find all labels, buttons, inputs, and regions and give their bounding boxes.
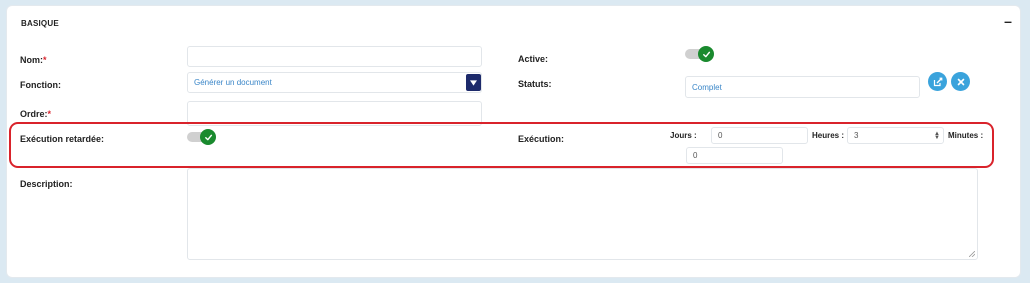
fonction-label: Fonction: [20, 80, 61, 90]
heures-input[interactable]: 3 ▲ ▼ [847, 127, 944, 144]
stepper-arrows-icon[interactable]: ▲ ▼ [934, 131, 940, 141]
heures-label: Heures : [812, 131, 845, 140]
ordre-input[interactable] [187, 101, 482, 126]
nom-label: Nom:* [20, 55, 47, 65]
nom-input[interactable] [187, 46, 482, 67]
description-label: Description: [20, 179, 73, 189]
resize-handle-icon[interactable] [969, 251, 975, 257]
description-textarea[interactable] [187, 168, 978, 260]
active-toggle[interactable] [685, 46, 715, 62]
fonction-select[interactable]: Générer un document [187, 72, 482, 93]
section-title: BASIQUE [21, 19, 59, 28]
execution-label: Exécution: [518, 134, 565, 144]
minutes-label: Minutes : [948, 131, 984, 140]
collapse-button[interactable]: – [1002, 14, 1014, 28]
clear-status-button[interactable] [951, 72, 970, 91]
statuts-label: Statuts: [518, 79, 552, 89]
required-marker: * [43, 55, 47, 65]
required-marker: * [47, 109, 52, 119]
statuts-input[interactable]: Complet [685, 76, 920, 98]
jours-input[interactable]: 0 [711, 127, 808, 144]
minutes-input[interactable]: 0 [686, 147, 783, 164]
caret-down-icon[interactable] [466, 74, 481, 91]
edit-icon [933, 77, 942, 86]
execution-retardee-label: Exécution retardée: [20, 134, 105, 144]
check-icon [200, 129, 216, 145]
active-label: Active: [518, 54, 549, 64]
ordre-label: Ordre:* [20, 109, 52, 119]
basic-panel: BASIQUE – Nom:* Active: Fonction: Génére… [6, 5, 1021, 278]
statuts-value: Complet [692, 82, 722, 92]
fonction-selected-value: Générer un document [194, 78, 272, 87]
edit-status-button[interactable] [928, 72, 947, 91]
check-icon [698, 46, 714, 62]
close-icon [957, 78, 964, 85]
execution-retardee-toggle[interactable] [187, 129, 217, 145]
jours-label: Jours : [670, 131, 697, 140]
